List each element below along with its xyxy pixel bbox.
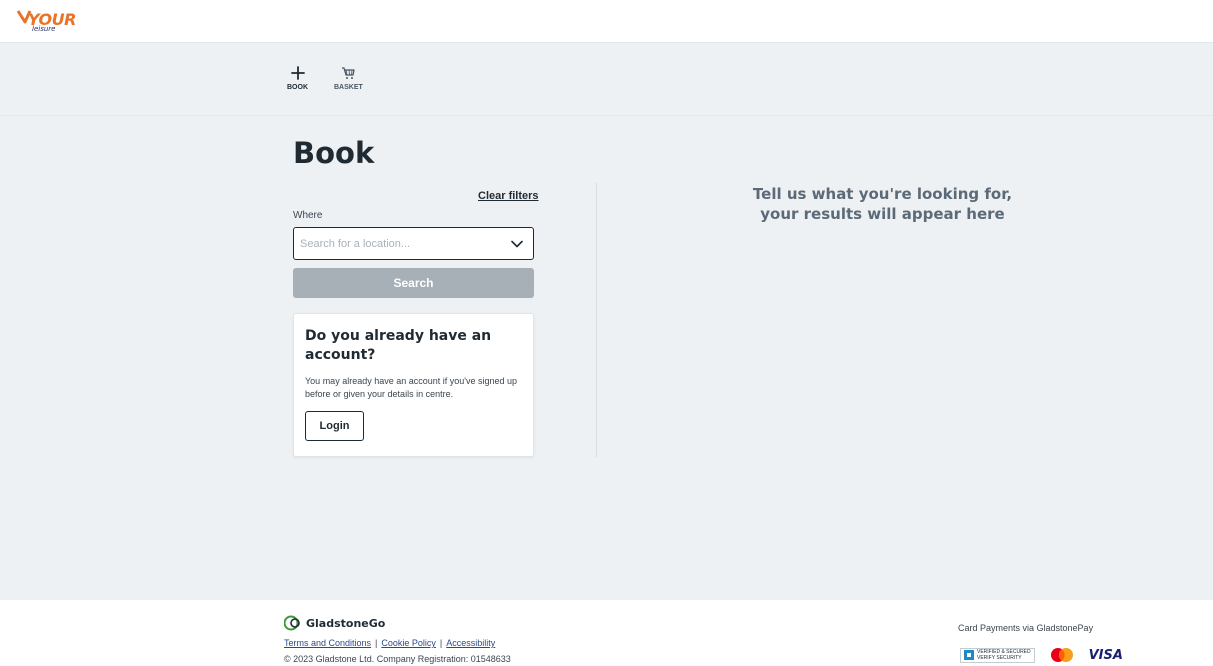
chevron-down-icon[interactable] (511, 238, 523, 250)
results-placeholder: Tell us what you're looking for, your re… (700, 184, 1065, 224)
shield-icon (964, 650, 974, 660)
plus-icon (290, 66, 305, 80)
verified-secured-badge: VERIFIED & SECURED VERIFY SECURITY (960, 647, 1035, 663)
basket-icon (342, 67, 356, 79)
account-card: Do you already have an account? You may … (293, 313, 534, 457)
cookie-policy-link[interactable]: Cookie Policy (381, 638, 436, 648)
verified-text: VERIFIED & SECURED VERIFY SECURITY (977, 649, 1031, 661)
accessibility-link[interactable]: Accessibility (446, 638, 495, 648)
page-title: Book (293, 136, 375, 170)
nav-item-basket[interactable]: BASKET (334, 65, 363, 91)
footer: GladstoneGo Terms and Conditions | Cookie … (0, 600, 1213, 666)
location-search-input[interactable] (294, 228, 533, 259)
logo-subtext: leisure (32, 25, 56, 33)
link-separator: | (439, 638, 443, 648)
nav-label-basket: BASKET (334, 84, 363, 91)
clear-filters-link[interactable]: Clear filters (478, 190, 539, 202)
account-card-text: You may already have an account if you'v… (305, 376, 518, 399)
verified-line-2: VERIFY SECURITY (977, 655, 1022, 661)
payments-label: Card Payments via GladstonePay (958, 623, 1094, 633)
mastercard-icon (1050, 648, 1073, 662)
column-divider (596, 183, 597, 457)
gladstonego-text: GladstoneGo (306, 616, 386, 630)
nav-divider (0, 115, 1213, 116)
visa-icon: VISA (1088, 647, 1123, 663)
location-select[interactable] (293, 227, 534, 260)
footer-links: Terms and Conditions | Cookie Policy | Acces… (284, 638, 495, 648)
nav-label-book: BOOK (287, 84, 308, 91)
main-content: BOOK BASKET Book Clear filters Where Sea… (0, 43, 1213, 600)
account-card-title: Do you already have an account? (305, 328, 492, 363)
search-button[interactable]: Search (293, 268, 534, 298)
terms-link[interactable]: Terms and Conditions (284, 638, 371, 648)
gladstonego-logo: GladstoneGo (284, 615, 385, 631)
where-label: Where (293, 210, 323, 221)
link-separator: | (375, 638, 378, 648)
nav-item-book[interactable]: BOOK (287, 65, 308, 91)
top-bar: YOUR leisure (0, 0, 1213, 43)
brand-logo[interactable]: YOUR leisure (16, 8, 82, 36)
gladstonego-mark-icon (284, 615, 300, 631)
main-nav: BOOK BASKET (287, 65, 363, 91)
copyright-text: © 2023 Gladstone Ltd. Company Registrati… (284, 654, 511, 664)
payment-badges: VERIFIED & SECURED VERIFY SECURITY VISA (960, 647, 1123, 663)
results-message-line-1: Tell us what you're looking for, (752, 185, 1013, 203)
results-message-line-2: your results will appear here (760, 205, 1005, 223)
login-button[interactable]: Login (305, 411, 364, 441)
